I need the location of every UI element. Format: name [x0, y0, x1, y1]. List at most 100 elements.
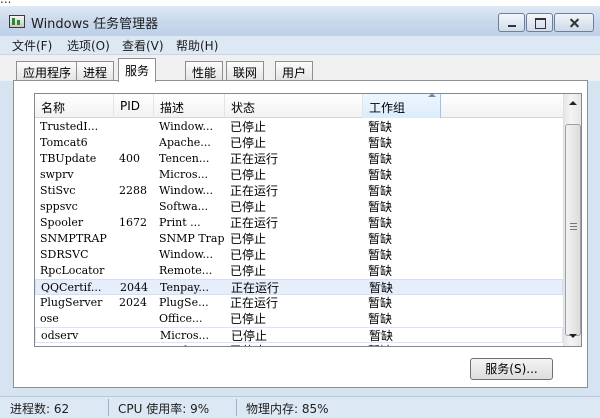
cell-desc: Remote...: [159, 264, 213, 277]
column-header-status[interactable]: 状态: [225, 94, 363, 118]
cell-status: 已停止: [230, 120, 267, 134]
table-row[interactable]: SDRSVC Window... 已停止 暂缺: [35, 247, 563, 263]
column-header-workgroup-label: 工作组: [369, 101, 406, 115]
cell-desc: Window...: [159, 248, 213, 261]
cell-status: 已停止: [230, 200, 267, 214]
cell-group: 暂缺: [368, 152, 393, 166]
scroll-down-icon[interactable]: [565, 328, 581, 345]
title-bar[interactable]: Windows 任务管理器: [0, 6, 600, 36]
table-row[interactable]: sppsvc Softwa... 已停止 暂缺: [35, 199, 563, 215]
cell-pid: [119, 232, 155, 246]
table-row[interactable]: SNMPTRAP SNMP Trap 已停止 暂缺: [35, 231, 563, 247]
services-button[interactable]: 服务(S)...: [470, 358, 553, 380]
cell-name: odserv: [41, 329, 79, 342]
cell-group: 暂缺: [368, 248, 393, 262]
cell-desc: Micros...: [159, 168, 208, 181]
cell-desc: Tenpay...: [160, 281, 209, 294]
tab-users[interactable]: 用户: [275, 61, 314, 81]
cell-status: 正在运行: [230, 152, 279, 166]
table-row[interactable]: TBUpdate 400 Tencen... 正在运行 暂缺: [35, 151, 563, 167]
cell-group: 暂缺: [368, 120, 393, 134]
cell-group: 暂缺: [368, 344, 488, 346]
cell-group: 暂缺: [368, 168, 393, 182]
menu-bar: 文件(F) 选项(O) 查看(V) 帮助(H): [0, 36, 600, 55]
cell-desc: Window...: [159, 120, 213, 133]
cell-name: Spooler: [40, 216, 84, 229]
cell-status: 正在运行: [230, 216, 279, 230]
cell-status: 正在运行: [230, 296, 279, 310]
tab-performance[interactable]: 性能: [185, 61, 224, 81]
cell-status: 已停止: [230, 312, 267, 326]
services-panel: 名称 PID 描述 状态 工作组 TrustedI... Window... 已停止…: [13, 80, 588, 388]
cell-group: 暂缺: [368, 264, 393, 278]
cell-status: 已停止: [230, 344, 360, 346]
column-header-workgroup[interactable]: 工作组: [363, 94, 441, 118]
menu-help[interactable]: 帮助(H): [176, 37, 218, 54]
services-list[interactable]: 名称 PID 描述 状态 工作组 TrustedI... Window... 已停止…: [34, 93, 582, 347]
tab-applications[interactable]: 应用程序: [16, 61, 79, 81]
close-button[interactable]: [554, 13, 594, 32]
cell-name: RpcLocator: [40, 264, 105, 277]
cell-desc: Print ...: [159, 216, 201, 229]
table-row[interactable]: swprv Micros... 已停止 暂缺: [35, 167, 563, 183]
menu-options[interactable]: 选项(O): [67, 37, 110, 54]
cell-status: 已停止: [231, 329, 268, 343]
cell-pid: [119, 312, 155, 326]
tab-services[interactable]: 服务: [118, 58, 157, 82]
cell-pid: 2288: [119, 184, 147, 197]
table-row[interactable]: Spooler 1672 Print ... 正在运行 暂缺: [35, 215, 563, 231]
status-cpu-usage: CPU 使用率: 9%: [118, 402, 210, 416]
tab-processes[interactable]: 进程: [76, 61, 115, 81]
grip-icon: [570, 223, 577, 230]
table-row[interactable]: odserv Micros... 已停止 暂缺: [35, 327, 563, 343]
table-row[interactable]: RpcLocator Remote... 已停止 暂缺: [35, 263, 563, 279]
scroll-up-icon[interactable]: [565, 95, 581, 112]
cell-desc: Office...: [159, 312, 203, 325]
column-header-pid[interactable]: PID: [114, 94, 154, 118]
list-header: 名称 PID 描述 状态 工作组: [35, 94, 563, 118]
cell-name: SDRSVC: [40, 248, 89, 261]
window-title: Windows 任务管理器: [31, 17, 159, 32]
vertical-scrollbar[interactable]: [563, 94, 581, 346]
cell-name: Tomcat6: [40, 136, 88, 149]
cell-pid: [119, 136, 155, 150]
status-physical-memory: 物理内存: 85%: [246, 402, 329, 416]
cell-pid: [119, 248, 155, 262]
table-row[interactable]: TrustedI... Window... 已停止 暂缺: [35, 119, 563, 135]
cell-desc: Tencen...: [159, 152, 210, 165]
cell-status: 已停止: [230, 168, 267, 182]
table-row[interactable]: StiSvc 2288 Window... 正在运行 暂缺: [35, 183, 563, 199]
column-header-name[interactable]: 名称: [35, 94, 114, 118]
column-header-description[interactable]: 描述: [154, 94, 225, 118]
cell-pid: 400: [119, 152, 140, 165]
menu-view[interactable]: 查看(V): [122, 37, 164, 54]
table-row[interactable]: ose Office... 已停止 暂缺: [35, 311, 563, 327]
table-row[interactable]: QQCertif... 2044 Tenpay... 正在运行 暂缺: [35, 279, 563, 295]
status-separator: [108, 399, 109, 416]
cell-name: [40, 344, 114, 346]
cell-status: 已停止: [230, 264, 267, 278]
cell-name: TrustedI...: [40, 120, 99, 133]
cell-pid: [119, 200, 155, 214]
cell-group: 暂缺: [368, 232, 393, 246]
cell-pid: [120, 329, 156, 343]
task-manager-icon: [9, 15, 25, 28]
maximize-button[interactable]: [526, 13, 553, 32]
table-row[interactable]: PlugServer 2024 PlugSe... 正在运行 暂缺: [35, 295, 563, 311]
table-row[interactable]: Window... 已停止 暂缺: [35, 343, 563, 346]
menu-file[interactable]: 文件(F): [12, 37, 52, 54]
cell-desc: Window...: [159, 184, 213, 197]
cell-pid: 2044: [120, 281, 148, 294]
cell-name: ose: [40, 312, 59, 325]
cell-status: 正在运行: [231, 281, 280, 295]
status-bar: 进程数: 62 CPU 使用率: 9% 物理内存: 85%: [0, 396, 600, 418]
tab-networking[interactable]: 联网: [226, 61, 265, 81]
cell-name: TBUpdate: [40, 152, 97, 165]
cell-status: 已停止: [230, 232, 267, 246]
cell-group: 暂缺: [369, 329, 394, 343]
table-row[interactable]: Tomcat6 Apache... 已停止 暂缺: [35, 135, 563, 151]
cell-desc: Apache...: [159, 136, 211, 149]
cell-group: 暂缺: [368, 184, 393, 198]
scrollbar-thumb[interactable]: [565, 124, 581, 336]
minimize-button[interactable]: [498, 13, 525, 32]
